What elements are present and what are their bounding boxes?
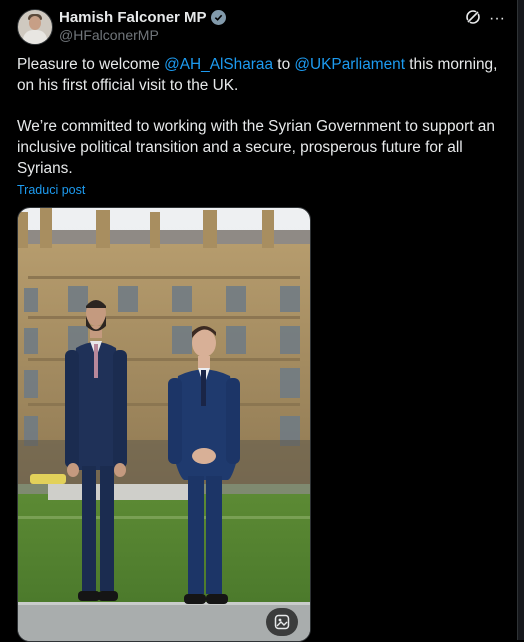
author-name-text[interactable]: Hamish Falconer MP bbox=[59, 9, 207, 26]
author-handle[interactable]: @HFalconerMP bbox=[59, 27, 159, 43]
more-icon[interactable]: ··· bbox=[489, 10, 505, 28]
grok-icon[interactable] bbox=[465, 9, 481, 25]
avatar[interactable] bbox=[17, 9, 53, 45]
translate-post-link[interactable]: Traduci post bbox=[17, 183, 85, 197]
author-display-name[interactable]: Hamish Falconer MP bbox=[59, 9, 226, 26]
post-text-suffix: this morning, on his first official visi… bbox=[17, 56, 498, 177]
post-text-prefix: Pleasure to welcome bbox=[17, 56, 165, 73]
verified-badge-icon bbox=[210, 10, 226, 25]
post-text: Pleasure to welcome @AH_AlSharaa to @UKP… bbox=[17, 55, 507, 179]
post-photo[interactable] bbox=[17, 207, 311, 642]
image-description-button[interactable] bbox=[266, 608, 298, 636]
mention-link-alsharaa[interactable]: @AH_AlSharaa bbox=[164, 56, 273, 73]
post-text-middle: to bbox=[273, 56, 295, 73]
page-scrollbar[interactable] bbox=[517, 0, 524, 640]
mention-link-ukparliament[interactable]: @UKParliament bbox=[294, 56, 405, 73]
image-description-icon bbox=[274, 614, 290, 630]
